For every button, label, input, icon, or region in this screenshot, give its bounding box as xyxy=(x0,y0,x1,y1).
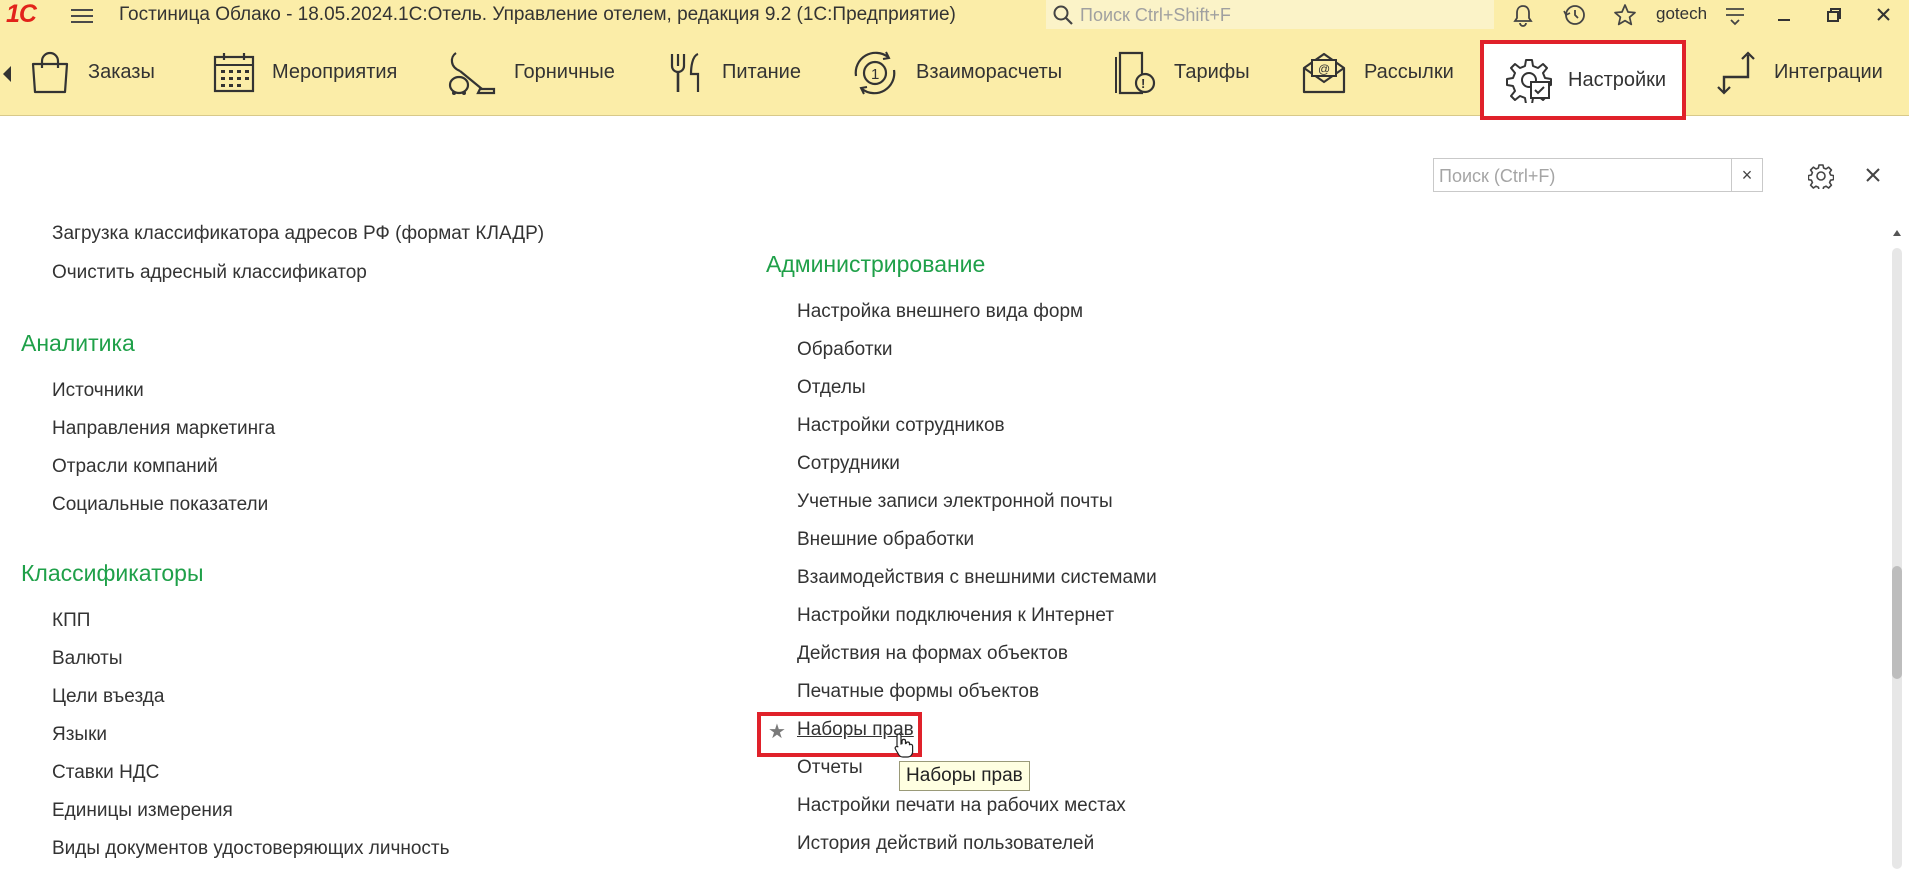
scroll-thumb[interactable] xyxy=(1892,566,1902,679)
section-label: Тарифы xyxy=(1174,61,1250,83)
command-link[interactable]: Социальные показатели xyxy=(52,494,268,516)
function-search-input[interactable] xyxy=(1437,162,1721,190)
command-link[interactable]: Взаимодействия с внешними системами xyxy=(797,567,1157,589)
section-settlements[interactable]: 1 Взаиморасчеты xyxy=(850,30,1062,115)
group-title-administration: Администрирование xyxy=(766,251,986,277)
command-link[interactable]: Ставки НДС xyxy=(52,762,159,784)
section-label: Интеграции xyxy=(1774,61,1883,83)
tooltip: Наборы прав xyxy=(899,761,1030,791)
section-label: Заказы xyxy=(88,61,155,83)
command-link[interactable]: Печатные формы объектов xyxy=(797,681,1039,703)
command-link[interactable]: Цели въезда xyxy=(52,686,164,708)
section-label: Горничные xyxy=(514,61,615,83)
favorites-star-icon[interactable] xyxy=(1612,3,1638,27)
command-link[interactable]: Учетные записи электронной почты xyxy=(797,491,1113,513)
section-label: Рассылки xyxy=(1364,61,1454,83)
price-document-icon: ! xyxy=(1115,51,1156,94)
scroll-up-icon[interactable] xyxy=(1893,230,1901,236)
command-link[interactable]: Отчеты xyxy=(797,757,863,779)
calendar-icon xyxy=(213,52,255,92)
command-link[interactable]: Действия на формах объектов xyxy=(797,643,1068,665)
settings-gear-icon xyxy=(1506,59,1552,103)
command-link[interactable]: Валюты xyxy=(52,648,123,670)
hand-cursor-icon xyxy=(894,733,914,758)
gear-icon[interactable] xyxy=(1808,163,1834,189)
section-settings[interactable]: Настройки xyxy=(1480,40,1686,120)
global-search[interactable] xyxy=(1046,0,1494,29)
sections-panel: Заказы Мероприятия Горничные Питание 1 В… xyxy=(0,30,1909,120)
clear-search-icon[interactable]: × xyxy=(1731,159,1762,191)
command-link[interactable]: Виды документов удостоверяющих личность xyxy=(52,838,450,860)
global-search-input[interactable] xyxy=(1078,2,1482,28)
svg-text:!: ! xyxy=(1141,76,1145,91)
close-icon[interactable] xyxy=(1862,164,1884,186)
section-orders[interactable]: Заказы xyxy=(28,30,155,115)
history-icon[interactable] xyxy=(1562,3,1588,27)
title-bar: 1С Гостиница Облако - 18.05.2024.1С:Отел… xyxy=(0,0,1909,30)
command-link[interactable]: Направления маркетинга xyxy=(52,418,275,440)
app-logo[interactable]: 1С xyxy=(6,1,37,27)
command-link[interactable]: Сотрудники xyxy=(797,453,900,475)
svg-text:1: 1 xyxy=(871,66,879,83)
command-link[interactable]: Отделы xyxy=(797,377,866,399)
command-link[interactable]: КПП xyxy=(52,610,90,632)
command-link[interactable]: Внешние обработки xyxy=(797,529,974,551)
command-link[interactable]: Настройка внешнего вида форм xyxy=(797,301,1083,323)
scroll-track[interactable] xyxy=(1892,248,1902,869)
section-label: Настройки xyxy=(1568,68,1667,91)
section-maids[interactable]: Горничные xyxy=(446,30,615,115)
group-title-classifiers: Классификаторы xyxy=(21,560,204,586)
command-link[interactable]: Настройки подключения к Интернет xyxy=(797,605,1114,627)
command-link[interactable]: Единицы измерения xyxy=(52,800,233,822)
minimize-icon[interactable] xyxy=(1770,3,1798,27)
section-catering[interactable]: Питание xyxy=(666,30,801,115)
command-link[interactable]: Очистить адресный классификатор xyxy=(52,262,367,284)
command-link[interactable]: Обработки xyxy=(797,339,892,361)
group-title-analytics: Аналитика xyxy=(21,330,135,356)
mail-icon: @ xyxy=(1302,52,1346,93)
main-menu-icon[interactable] xyxy=(71,6,93,24)
vertical-scrollbar[interactable] xyxy=(1890,226,1904,869)
restore-icon[interactable] xyxy=(1820,3,1848,27)
section-mailings[interactable]: @ Рассылки xyxy=(1300,30,1454,115)
command-link[interactable]: Настройки печати на рабочих местах xyxy=(797,795,1126,817)
command-link[interactable]: Языки xyxy=(52,724,107,746)
shopping-bag-icon xyxy=(31,51,69,93)
command-link[interactable]: Источники xyxy=(52,380,144,402)
section-content: × Загрузка классификатора адресов РФ (фо… xyxy=(0,116,1909,869)
command-link[interactable]: История действий пользователей xyxy=(797,833,1094,855)
coin-exchange-icon: 1 xyxy=(854,51,896,94)
search-icon xyxy=(1053,5,1073,25)
scroll-left-icon[interactable] xyxy=(3,66,11,82)
bell-icon[interactable] xyxy=(1510,3,1536,27)
section-tariffs[interactable]: ! Тарифы xyxy=(1112,30,1250,115)
vacuum-cleaner-icon xyxy=(448,51,496,95)
section-label: Мероприятия xyxy=(272,61,398,83)
user-name[interactable]: gotech xyxy=(1656,4,1707,24)
section-label: Взаиморасчеты xyxy=(916,61,1063,83)
section-events[interactable]: Мероприятия xyxy=(212,30,397,115)
svg-text:@: @ xyxy=(1318,62,1330,76)
function-search[interactable]: × xyxy=(1433,158,1763,192)
command-link[interactable]: Загрузка классификатора адресов РФ (форм… xyxy=(52,223,544,245)
section-integrations[interactable]: Интеграции xyxy=(1714,30,1883,115)
close-window-icon[interactable] xyxy=(1870,3,1898,27)
command-link[interactable]: Отрасли компаний xyxy=(52,456,218,478)
section-label: Питание xyxy=(722,61,801,83)
command-link[interactable]: Настройки сотрудников xyxy=(797,415,1005,437)
fork-knife-icon xyxy=(670,52,700,92)
window-title: Гостиница Облако - 18.05.2024.1С:Отель. … xyxy=(119,4,956,25)
integration-arrows-icon xyxy=(1717,50,1755,95)
settings-menu-icon[interactable] xyxy=(1722,3,1748,27)
